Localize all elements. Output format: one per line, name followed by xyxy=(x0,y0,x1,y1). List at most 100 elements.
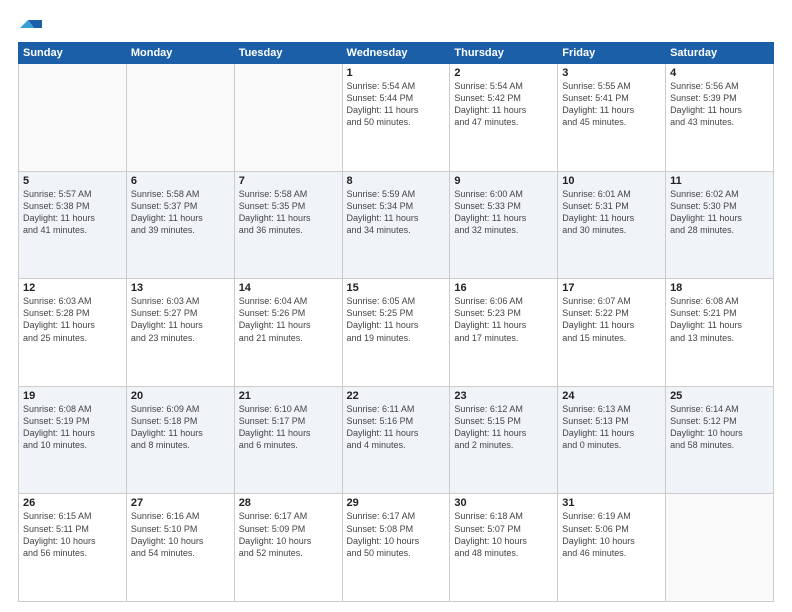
day-number: 14 xyxy=(239,282,338,294)
day-info: Sunrise: 6:03 AM Sunset: 5:27 PM Dayligh… xyxy=(131,295,230,344)
logo-icon xyxy=(20,18,42,36)
table-row xyxy=(666,494,774,602)
table-row: 16Sunrise: 6:06 AM Sunset: 5:23 PM Dayli… xyxy=(450,279,558,387)
day-number: 6 xyxy=(131,175,230,187)
col-monday: Monday xyxy=(126,43,234,64)
col-saturday: Saturday xyxy=(666,43,774,64)
table-row: 3Sunrise: 5:55 AM Sunset: 5:41 PM Daylig… xyxy=(558,64,666,172)
day-info: Sunrise: 6:19 AM Sunset: 5:06 PM Dayligh… xyxy=(562,510,661,559)
day-info: Sunrise: 6:06 AM Sunset: 5:23 PM Dayligh… xyxy=(454,295,553,344)
table-row: 18Sunrise: 6:08 AM Sunset: 5:21 PM Dayli… xyxy=(666,279,774,387)
calendar-week-row: 1Sunrise: 5:54 AM Sunset: 5:44 PM Daylig… xyxy=(19,64,774,172)
day-number: 1 xyxy=(347,67,446,79)
calendar-week-row: 12Sunrise: 6:03 AM Sunset: 5:28 PM Dayli… xyxy=(19,279,774,387)
day-number: 26 xyxy=(23,497,122,509)
calendar-week-row: 5Sunrise: 5:57 AM Sunset: 5:38 PM Daylig… xyxy=(19,171,774,279)
table-row: 25Sunrise: 6:14 AM Sunset: 5:12 PM Dayli… xyxy=(666,386,774,494)
day-info: Sunrise: 6:08 AM Sunset: 5:19 PM Dayligh… xyxy=(23,403,122,452)
logo xyxy=(18,18,42,36)
table-row: 7Sunrise: 5:58 AM Sunset: 5:35 PM Daylig… xyxy=(234,171,342,279)
table-row: 10Sunrise: 6:01 AM Sunset: 5:31 PM Dayli… xyxy=(558,171,666,279)
table-row: 12Sunrise: 6:03 AM Sunset: 5:28 PM Dayli… xyxy=(19,279,127,387)
col-tuesday: Tuesday xyxy=(234,43,342,64)
day-number: 27 xyxy=(131,497,230,509)
day-number: 13 xyxy=(131,282,230,294)
table-row: 1Sunrise: 5:54 AM Sunset: 5:44 PM Daylig… xyxy=(342,64,450,172)
header xyxy=(18,18,774,36)
day-info: Sunrise: 5:59 AM Sunset: 5:34 PM Dayligh… xyxy=(347,188,446,237)
day-info: Sunrise: 6:09 AM Sunset: 5:18 PM Dayligh… xyxy=(131,403,230,452)
day-number: 5 xyxy=(23,175,122,187)
day-number: 21 xyxy=(239,390,338,402)
day-number: 25 xyxy=(670,390,769,402)
day-info: Sunrise: 6:15 AM Sunset: 5:11 PM Dayligh… xyxy=(23,510,122,559)
day-number: 29 xyxy=(347,497,446,509)
calendar-week-row: 26Sunrise: 6:15 AM Sunset: 5:11 PM Dayli… xyxy=(19,494,774,602)
col-sunday: Sunday xyxy=(19,43,127,64)
day-info: Sunrise: 6:11 AM Sunset: 5:16 PM Dayligh… xyxy=(347,403,446,452)
day-number: 11 xyxy=(670,175,769,187)
table-row: 17Sunrise: 6:07 AM Sunset: 5:22 PM Dayli… xyxy=(558,279,666,387)
day-number: 8 xyxy=(347,175,446,187)
table-row: 22Sunrise: 6:11 AM Sunset: 5:16 PM Dayli… xyxy=(342,386,450,494)
day-info: Sunrise: 6:02 AM Sunset: 5:30 PM Dayligh… xyxy=(670,188,769,237)
table-row: 31Sunrise: 6:19 AM Sunset: 5:06 PM Dayli… xyxy=(558,494,666,602)
day-info: Sunrise: 6:08 AM Sunset: 5:21 PM Dayligh… xyxy=(670,295,769,344)
day-number: 19 xyxy=(23,390,122,402)
table-row: 26Sunrise: 6:15 AM Sunset: 5:11 PM Dayli… xyxy=(19,494,127,602)
table-row: 21Sunrise: 6:10 AM Sunset: 5:17 PM Dayli… xyxy=(234,386,342,494)
table-row: 24Sunrise: 6:13 AM Sunset: 5:13 PM Dayli… xyxy=(558,386,666,494)
calendar-week-row: 19Sunrise: 6:08 AM Sunset: 5:19 PM Dayli… xyxy=(19,386,774,494)
table-row: 2Sunrise: 5:54 AM Sunset: 5:42 PM Daylig… xyxy=(450,64,558,172)
day-info: Sunrise: 6:01 AM Sunset: 5:31 PM Dayligh… xyxy=(562,188,661,237)
calendar-header-row: Sunday Monday Tuesday Wednesday Thursday… xyxy=(19,43,774,64)
page: Sunday Monday Tuesday Wednesday Thursday… xyxy=(0,0,792,612)
day-number: 2 xyxy=(454,67,553,79)
table-row xyxy=(126,64,234,172)
day-info: Sunrise: 6:07 AM Sunset: 5:22 PM Dayligh… xyxy=(562,295,661,344)
day-number: 7 xyxy=(239,175,338,187)
col-friday: Friday xyxy=(558,43,666,64)
table-row: 5Sunrise: 5:57 AM Sunset: 5:38 PM Daylig… xyxy=(19,171,127,279)
day-info: Sunrise: 5:57 AM Sunset: 5:38 PM Dayligh… xyxy=(23,188,122,237)
col-wednesday: Wednesday xyxy=(342,43,450,64)
day-info: Sunrise: 5:58 AM Sunset: 5:37 PM Dayligh… xyxy=(131,188,230,237)
day-number: 17 xyxy=(562,282,661,294)
day-info: Sunrise: 6:17 AM Sunset: 5:08 PM Dayligh… xyxy=(347,510,446,559)
day-info: Sunrise: 6:16 AM Sunset: 5:10 PM Dayligh… xyxy=(131,510,230,559)
table-row: 15Sunrise: 6:05 AM Sunset: 5:25 PM Dayli… xyxy=(342,279,450,387)
table-row xyxy=(234,64,342,172)
col-thursday: Thursday xyxy=(450,43,558,64)
table-row: 9Sunrise: 6:00 AM Sunset: 5:33 PM Daylig… xyxy=(450,171,558,279)
day-info: Sunrise: 5:58 AM Sunset: 5:35 PM Dayligh… xyxy=(239,188,338,237)
table-row: 8Sunrise: 5:59 AM Sunset: 5:34 PM Daylig… xyxy=(342,171,450,279)
table-row: 29Sunrise: 6:17 AM Sunset: 5:08 PM Dayli… xyxy=(342,494,450,602)
day-number: 9 xyxy=(454,175,553,187)
day-info: Sunrise: 6:00 AM Sunset: 5:33 PM Dayligh… xyxy=(454,188,553,237)
day-number: 23 xyxy=(454,390,553,402)
table-row: 23Sunrise: 6:12 AM Sunset: 5:15 PM Dayli… xyxy=(450,386,558,494)
day-info: Sunrise: 6:05 AM Sunset: 5:25 PM Dayligh… xyxy=(347,295,446,344)
table-row: 27Sunrise: 6:16 AM Sunset: 5:10 PM Dayli… xyxy=(126,494,234,602)
day-number: 18 xyxy=(670,282,769,294)
day-number: 28 xyxy=(239,497,338,509)
table-row: 13Sunrise: 6:03 AM Sunset: 5:27 PM Dayli… xyxy=(126,279,234,387)
day-info: Sunrise: 6:14 AM Sunset: 5:12 PM Dayligh… xyxy=(670,403,769,452)
day-number: 16 xyxy=(454,282,553,294)
day-info: Sunrise: 6:18 AM Sunset: 5:07 PM Dayligh… xyxy=(454,510,553,559)
table-row: 28Sunrise: 6:17 AM Sunset: 5:09 PM Dayli… xyxy=(234,494,342,602)
day-info: Sunrise: 5:56 AM Sunset: 5:39 PM Dayligh… xyxy=(670,80,769,129)
day-info: Sunrise: 6:10 AM Sunset: 5:17 PM Dayligh… xyxy=(239,403,338,452)
day-number: 31 xyxy=(562,497,661,509)
day-info: Sunrise: 5:54 AM Sunset: 5:44 PM Dayligh… xyxy=(347,80,446,129)
table-row: 4Sunrise: 5:56 AM Sunset: 5:39 PM Daylig… xyxy=(666,64,774,172)
day-number: 24 xyxy=(562,390,661,402)
calendar-table: Sunday Monday Tuesday Wednesday Thursday… xyxy=(18,42,774,602)
table-row: 11Sunrise: 6:02 AM Sunset: 5:30 PM Dayli… xyxy=(666,171,774,279)
day-info: Sunrise: 6:04 AM Sunset: 5:26 PM Dayligh… xyxy=(239,295,338,344)
table-row: 14Sunrise: 6:04 AM Sunset: 5:26 PM Dayli… xyxy=(234,279,342,387)
table-row: 20Sunrise: 6:09 AM Sunset: 5:18 PM Dayli… xyxy=(126,386,234,494)
table-row: 19Sunrise: 6:08 AM Sunset: 5:19 PM Dayli… xyxy=(19,386,127,494)
day-info: Sunrise: 5:54 AM Sunset: 5:42 PM Dayligh… xyxy=(454,80,553,129)
day-info: Sunrise: 5:55 AM Sunset: 5:41 PM Dayligh… xyxy=(562,80,661,129)
